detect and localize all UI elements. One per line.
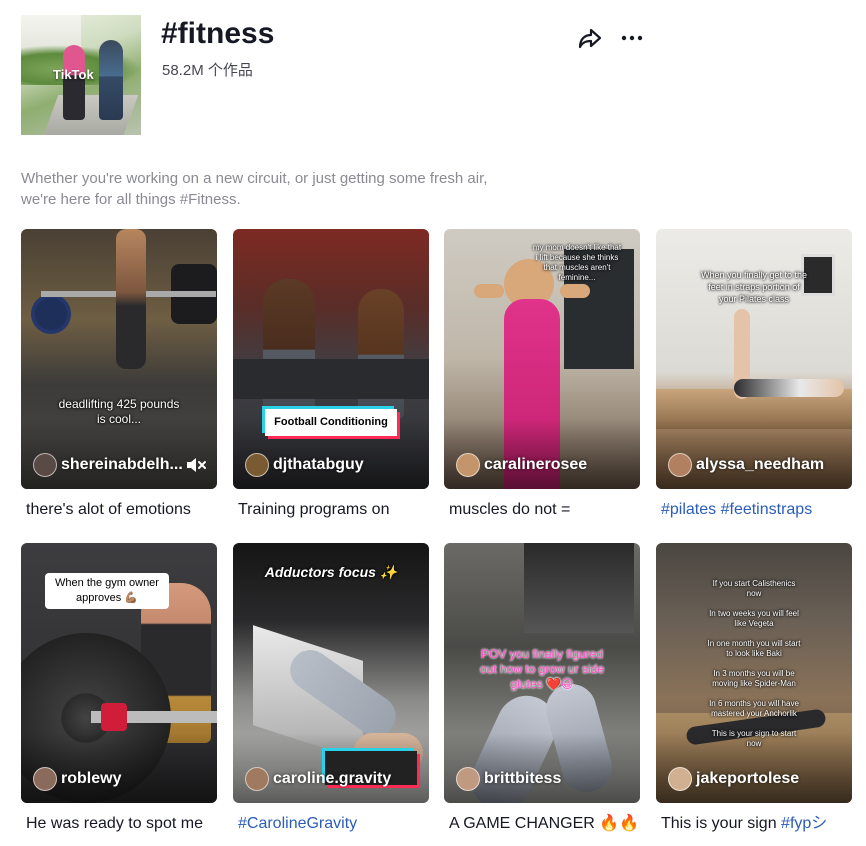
hashtag-link[interactable]: #CarolineGravity (238, 815, 357, 832)
ellipsis-icon (621, 35, 643, 41)
username: caroline.gravity (273, 770, 392, 787)
video-caption[interactable]: #pilates #feetinstraps (656, 498, 852, 522)
username: jakeportolese (696, 770, 800, 787)
video-author[interactable]: alyssa_needham (668, 453, 824, 477)
video-card[interactable]: POV you finally figured out how to grow … (444, 543, 640, 836)
video-overlay-text: If you start Calisthenics now In two wee… (707, 579, 801, 748)
video-card[interactable]: If you start Calisthenics now In two wee… (656, 543, 852, 836)
username: caralinerosee (484, 456, 588, 473)
video-author[interactable]: caralinerosee (456, 453, 587, 477)
video-overlay-text: Football Conditioning (265, 409, 397, 436)
video-overlay-text: deadlifting 425 pounds is cool... (58, 397, 180, 426)
video-overlay-text: POV you finally figured out how to grow … (479, 647, 605, 691)
video-thumbnail[interactable]: If you start Calisthenics now In two wee… (656, 543, 852, 803)
hashtag-link[interactable]: #fypシ (781, 815, 827, 832)
video-card[interactable]: my mom doesn't like that i lift because … (444, 229, 640, 522)
username: shereinabdelh... (61, 456, 183, 473)
hashtag-description: Whether you're working on a new circuit,… (21, 170, 488, 208)
username: djthatabguy (273, 456, 364, 473)
video-thumbnail[interactable]: Football Conditioning djthatabguy (233, 229, 429, 489)
video-thumbnail[interactable]: my mom doesn't like that i lift because … (444, 229, 640, 489)
username: roblewy (61, 770, 122, 787)
video-author[interactable]: roblewy (33, 767, 121, 791)
video-caption[interactable]: This is your sign #fypシ (656, 812, 852, 836)
video-author[interactable]: caroline.gravity (245, 767, 391, 791)
video-overlay-text: When the gym owner approves 💪🏽 (45, 573, 169, 609)
video-card[interactable]: Football Conditioning djthatabguy Traini… (233, 229, 429, 522)
video-author[interactable]: djthatabguy (245, 453, 364, 477)
video-thumbnail[interactable]: deadlifting 425 pounds is cool... sherei… (21, 229, 217, 489)
username: brittbitess (484, 770, 562, 787)
video-thumbnail[interactable]: Adductors focus ✨ caroline.gravity (233, 543, 429, 803)
person-figure (99, 40, 123, 120)
share-icon (578, 28, 602, 49)
video-author[interactable]: brittbitess (456, 767, 561, 791)
page-title: #fitness (161, 17, 275, 50)
video-caption[interactable]: muscles do not = (444, 498, 640, 522)
avatar (33, 767, 57, 791)
tiktok-logo: TikTok (53, 67, 94, 82)
video-thumbnail[interactable]: POV you finally figured out how to grow … (444, 543, 640, 803)
video-card[interactable]: Adductors focus ✨ caroline.gravity #Caro… (233, 543, 429, 836)
avatar (245, 767, 269, 791)
avatar (668, 767, 692, 791)
avatar (245, 453, 269, 477)
video-caption[interactable]: #CarolineGravity (233, 812, 429, 836)
video-caption[interactable]: there's alot of emotions (21, 498, 217, 522)
avatar (33, 453, 57, 477)
video-author[interactable]: jakeportolese (668, 767, 799, 791)
username: alyssa_needham (696, 456, 825, 473)
video-card[interactable]: deadlifting 425 pounds is cool... sherei… (21, 229, 217, 522)
video-caption[interactable]: Training programs on (233, 498, 429, 522)
video-thumbnail[interactable]: When the gym owner approves 💪🏽 roblewy (21, 543, 217, 803)
person-figure (63, 45, 85, 120)
video-overlay-text: Adductors focus ✨ (264, 564, 398, 580)
video-overlay-text: my mom doesn't like that i lift because … (532, 243, 622, 282)
hashtag-cover-image: TikTok (21, 15, 141, 135)
hashtag-link[interactable]: #pilates #feetinstraps (661, 501, 812, 518)
tag-header: TikTok #fitness 58.2M 个作品 (21, 15, 851, 135)
video-overlay-text: When you finally get to the feet in stra… (700, 270, 808, 304)
more-options-button[interactable] (619, 25, 645, 51)
video-card[interactable]: When the gym owner approves 💪🏽 roblewy H… (21, 543, 217, 836)
mute-icon[interactable] (185, 455, 207, 475)
video-card[interactable]: When you finally get to the feet in stra… (656, 229, 852, 522)
share-button[interactable] (577, 25, 603, 51)
video-author[interactable]: shereinabdelh... (33, 453, 183, 477)
video-count: 58.2M 个作品 (162, 62, 253, 79)
avatar (668, 453, 692, 477)
video-caption[interactable]: He was ready to spot me (21, 812, 217, 836)
avatar (456, 453, 480, 477)
video-thumbnail[interactable]: When you finally get to the feet in stra… (656, 229, 852, 489)
video-caption[interactable]: A GAME CHANGER 🔥🔥 (444, 812, 640, 836)
avatar (456, 767, 480, 791)
